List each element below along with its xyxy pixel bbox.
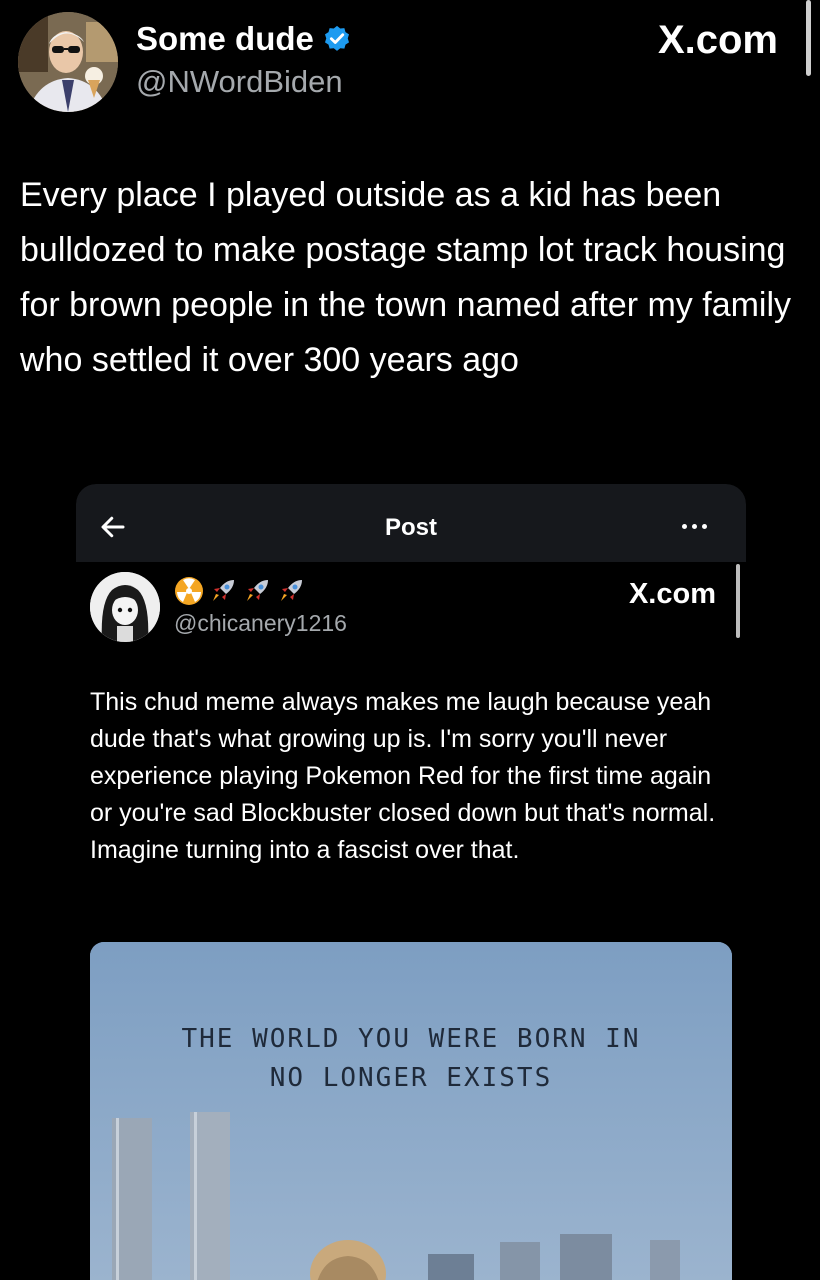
- display-name-text: Some dude: [136, 20, 314, 57]
- site-watermark: X.com: [628, 578, 716, 610]
- rocket-emoji-icon: [281, 580, 302, 601]
- verified-badge-icon: [324, 25, 349, 51]
- avatar-drawing: [90, 572, 160, 642]
- scrollbar[interactable]: [806, 0, 811, 76]
- more-dots-icon[interactable]: [682, 524, 707, 529]
- quoted-display-name[interactable]: [174, 576, 306, 606]
- meme-caption: THE WORLD YOU WERE BORN IN NO LONGER EXI…: [90, 1020, 732, 1098]
- post-top-bar: Post: [76, 484, 746, 562]
- quoted-author-avatar[interactable]: [90, 572, 160, 642]
- meme-image[interactable]: THE WORLD YOU WERE BORN IN NO LONGER EXI…: [90, 942, 732, 1280]
- author-avatar[interactable]: [18, 12, 118, 112]
- author-handle[interactable]: @NWordBiden: [136, 64, 343, 100]
- page-title: Post: [384, 514, 437, 541]
- author-display-name[interactable]: Some dude: [136, 20, 352, 58]
- rocket-emoji-icon: [213, 580, 234, 601]
- avatar-photo: [18, 12, 118, 112]
- quoted-author-handle[interactable]: @chicanery1216: [174, 610, 347, 637]
- meme-caption-line-1: THE WORLD YOU WERE BORN IN: [181, 1024, 641, 1054]
- city-skyline-photo: [90, 942, 732, 1280]
- tweet-body: Every place I played outside as a kid ha…: [20, 176, 792, 379]
- rocket-emoji-icon: [247, 580, 268, 601]
- meme-caption-line-2: NO LONGER EXISTS: [269, 1063, 553, 1093]
- quoted-post-body: This chud meme always makes me laugh bec…: [90, 688, 716, 864]
- radioactive-emoji-icon: [175, 577, 203, 605]
- embedded-screenshot: Post @chicanery1216 X.com This chud meme…: [76, 484, 746, 1280]
- scrollbar[interactable]: [736, 564, 740, 638]
- site-watermark: X.com: [657, 18, 778, 62]
